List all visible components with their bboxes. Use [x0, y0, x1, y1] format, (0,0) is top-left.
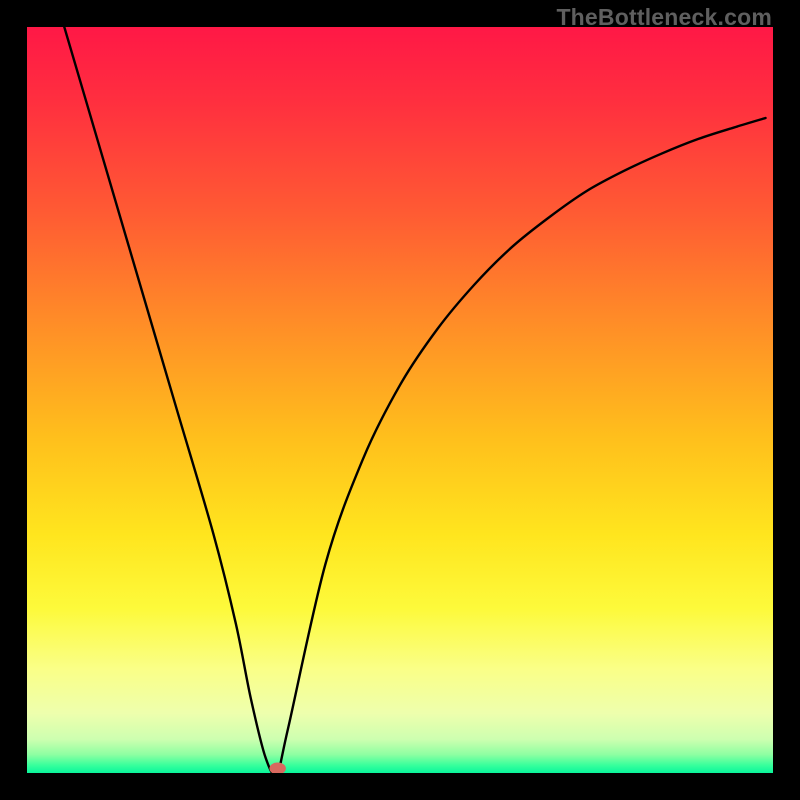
chart-svg: [27, 27, 773, 773]
chart-frame: TheBottleneck.com: [0, 0, 800, 800]
watermark-text: TheBottleneck.com: [556, 4, 772, 31]
gradient-background: [27, 27, 773, 773]
plot-area: [27, 27, 773, 773]
